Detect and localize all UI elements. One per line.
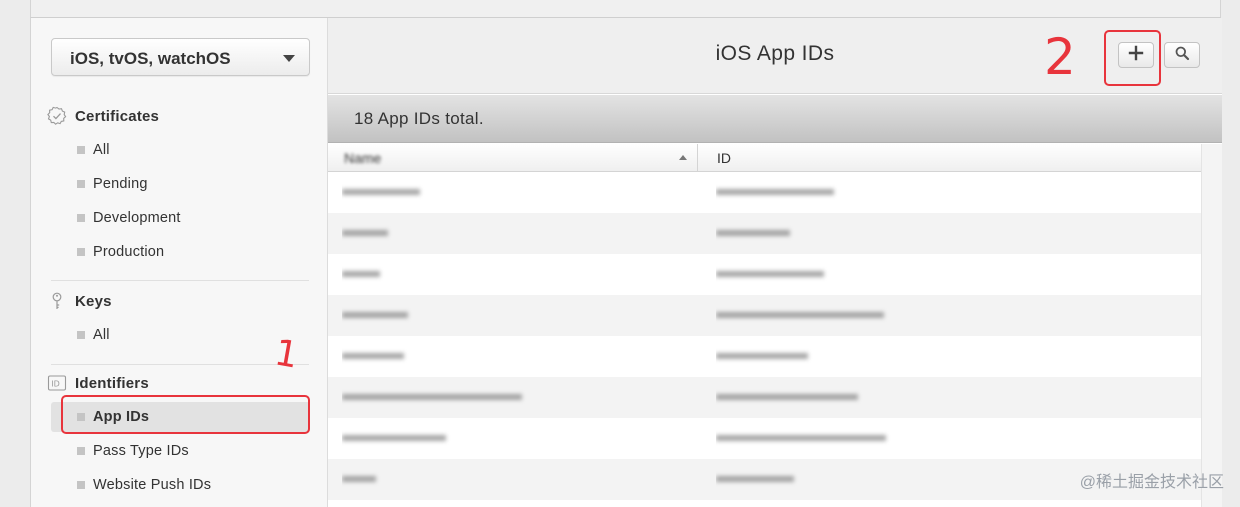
search-button[interactable] <box>1164 42 1200 68</box>
id-cell-blurred <box>716 183 1176 201</box>
annotation-box-2 <box>1104 30 1161 86</box>
column-header-label: ID <box>717 150 731 166</box>
table-row[interactable] <box>328 295 1201 336</box>
total-count-text: 18 App IDs total. <box>354 109 484 128</box>
section-keys: Keys <box>47 289 112 313</box>
table-row[interactable] <box>328 418 1201 459</box>
section-title: Keys <box>75 292 112 310</box>
search-icon <box>1174 45 1190 66</box>
sidebar-item-pending[interactable]: Pending <box>51 169 310 199</box>
svg-text:ID: ID <box>51 380 60 389</box>
column-header-id[interactable]: ID <box>699 144 1201 172</box>
sidebar-item-development[interactable]: Development <box>51 203 310 233</box>
watermark-text: @稀土掘金技术社区 <box>1079 474 1224 491</box>
bullet-icon <box>77 331 85 339</box>
sort-ascending-icon <box>679 155 687 160</box>
name-cell-blurred <box>342 183 682 201</box>
main-header: iOS App IDs 2 <box>328 18 1222 94</box>
id-cell-blurred <box>716 388 1176 406</box>
name-cell-blurred <box>342 347 682 365</box>
platform-dropdown-label: iOS, tvOS, watchOS <box>70 49 231 68</box>
sidebar-item-label: Pass Type IDs <box>93 443 189 459</box>
sidebar: iOS, tvOS, watchOS Certificates All Pend… <box>31 18 328 507</box>
bullet-icon <box>77 180 85 188</box>
table-row[interactable] <box>328 254 1201 295</box>
section-identifiers: ID Identifiers <box>47 371 149 395</box>
column-header-name[interactable]: Name <box>328 144 698 172</box>
certificate-badge-icon <box>47 106 67 126</box>
sidebar-item-pass-type-ids[interactable]: Pass Type IDs <box>51 436 310 466</box>
key-icon <box>47 291 67 311</box>
chevron-down-icon <box>283 55 295 62</box>
column-header-label: Name <box>344 150 382 166</box>
id-badge-icon: ID <box>47 373 67 393</box>
table-row[interactable] <box>328 459 1201 500</box>
id-cell-blurred <box>716 347 1176 365</box>
sidebar-item-label: Production <box>93 244 165 260</box>
id-cell-blurred <box>716 265 1176 283</box>
sidebar-item-website-push-ids[interactable]: Website Push IDs <box>51 470 310 500</box>
sidebar-item-keys-all[interactable]: All <box>51 320 310 350</box>
sidebar-item-label: All <box>93 142 110 158</box>
developer-portal-page: iOS, tvOS, watchOS Certificates All Pend… <box>0 0 1240 507</box>
annotation-box-1 <box>61 395 310 434</box>
sidebar-item-label: Website Push IDs <box>93 477 212 493</box>
name-cell-blurred <box>342 265 682 283</box>
annotation-label-2: 2 <box>1044 28 1076 86</box>
id-cell-blurred <box>716 224 1176 242</box>
name-cell-blurred <box>342 388 682 406</box>
vertical-scrollbar[interactable] <box>1201 144 1222 507</box>
table-row[interactable] <box>328 336 1201 377</box>
sidebar-item-label: Pending <box>93 176 148 192</box>
section-title: Identifiers <box>75 374 149 392</box>
sidebar-item-certificates-all[interactable]: All <box>51 135 310 165</box>
section-certificates: Certificates <box>47 104 159 128</box>
bullet-icon <box>77 481 85 489</box>
sidebar-item-label: Development <box>93 210 181 226</box>
bullet-icon <box>77 248 85 256</box>
name-cell-blurred <box>342 224 682 242</box>
sidebar-divider <box>51 364 309 365</box>
sidebar-divider <box>51 280 309 281</box>
top-strip <box>30 0 1221 18</box>
app-id-table-body <box>328 172 1201 500</box>
name-cell-blurred <box>342 306 682 324</box>
total-count-bar: 18 App IDs total. <box>328 95 1222 143</box>
sidebar-item-label: All <box>93 327 110 343</box>
bullet-icon <box>77 447 85 455</box>
id-cell-blurred <box>716 306 1176 324</box>
main-panel: iOS App IDs 2 18 App IDs total. Name ID <box>328 18 1222 507</box>
table-header: Name ID <box>328 144 1201 172</box>
table-row[interactable] <box>328 213 1201 254</box>
id-cell-blurred <box>716 429 1176 447</box>
name-cell-blurred <box>342 470 682 488</box>
content-frame: iOS, tvOS, watchOS Certificates All Pend… <box>30 18 1222 507</box>
page-title: iOS App IDs <box>715 42 835 65</box>
platform-dropdown[interactable]: iOS, tvOS, watchOS <box>51 38 310 76</box>
bullet-icon <box>77 146 85 154</box>
bullet-icon <box>77 214 85 222</box>
section-title: Certificates <box>75 107 160 125</box>
table-row[interactable] <box>328 377 1201 418</box>
sidebar-item-production[interactable]: Production <box>51 237 310 267</box>
table-row[interactable] <box>328 172 1201 213</box>
name-cell-blurred <box>342 429 682 447</box>
